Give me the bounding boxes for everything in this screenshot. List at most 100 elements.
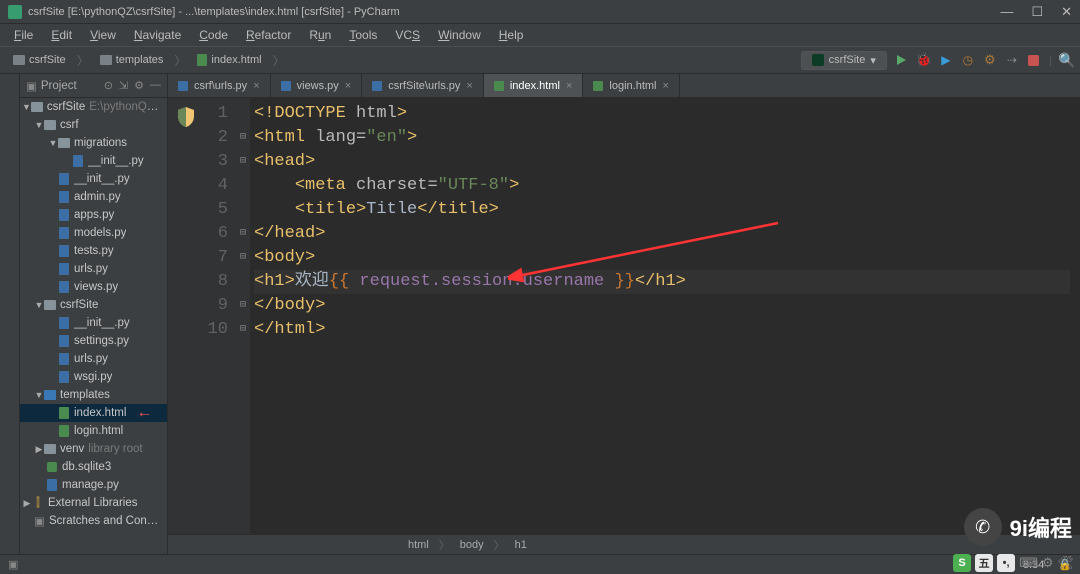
crumb-folder[interactable]: templates xyxy=(93,51,171,69)
crumb-separator-icon: 〉 xyxy=(77,52,89,69)
tree-file-indexhtml[interactable]: index.html← xyxy=(20,404,167,422)
menu-refactor[interactable]: Refactor xyxy=(238,26,299,44)
crumb-root[interactable]: csrfSite xyxy=(6,51,73,69)
tree-file-views[interactable]: views.py xyxy=(20,278,167,296)
select-opened-file-icon[interactable]: ⊙ xyxy=(104,79,113,92)
tab-index-html[interactable]: index.html× xyxy=(484,74,584,97)
menu-help[interactable]: Help xyxy=(491,26,532,44)
tree-file-apps[interactable]: apps.py xyxy=(20,206,167,224)
code-editor[interactable]: 12345678910 ⊟⊟⊟⊟⊟⊟ <!DOCTYPE html> <html… xyxy=(168,98,1080,534)
menu-bar: File Edit View Navigate Code Refactor Ru… xyxy=(0,24,1080,46)
left-tool-strip[interactable] xyxy=(0,74,20,554)
search-everywhere-button[interactable]: 🔍 xyxy=(1060,53,1074,67)
coverage-button[interactable]: ▶ xyxy=(939,53,953,67)
line-numbers: 12345678910 xyxy=(204,98,236,534)
keyboard-icon: ⌨ xyxy=(1019,555,1038,571)
close-tab-icon[interactable]: × xyxy=(466,80,472,92)
project-view-icon[interactable]: ▣ xyxy=(26,79,37,93)
menu-run[interactable]: Run xyxy=(301,26,339,44)
crumb-h1[interactable]: h1 xyxy=(515,539,527,551)
crumb-html[interactable]: html xyxy=(408,539,429,551)
collapse-all-icon[interactable]: ⇲ xyxy=(119,79,128,92)
app-icon xyxy=(8,5,22,19)
title-bar: csrfSite [E:\pythonQZ\csrfSite] - ...\te… xyxy=(0,0,1080,24)
tab-csrf-urls[interactable]: csrf\urls.py× xyxy=(168,74,271,97)
shield-icon xyxy=(176,106,196,128)
panel-title: Project xyxy=(41,80,100,92)
ime-punc-icon: •, xyxy=(997,554,1015,572)
tree-file-admin[interactable]: admin.py xyxy=(20,188,167,206)
tree-root[interactable]: ▼csrfSiteE:\pythonQZ\csrfSi xyxy=(20,98,167,116)
tree-file-db[interactable]: db.sqlite3 xyxy=(20,458,167,476)
tree-file-models[interactable]: models.py xyxy=(20,224,167,242)
tree-file-urls[interactable]: urls.py xyxy=(20,260,167,278)
debug-button[interactable]: 🐞 xyxy=(917,53,931,67)
editor-area: csrf\urls.py× views.py× csrfSite\urls.py… xyxy=(168,74,1080,554)
close-tab-icon[interactable]: × xyxy=(345,80,351,92)
menu-edit[interactable]: Edit xyxy=(43,26,80,44)
tree-file-tests[interactable]: tests.py xyxy=(20,242,167,260)
wechat-icon: ✆ xyxy=(964,508,1002,546)
menu-window[interactable]: Window xyxy=(430,26,489,44)
window-title: csrfSite [E:\pythonQZ\csrfSite] - ...\te… xyxy=(28,6,400,18)
tree-scratches[interactable]: ▣Scratches and Consoles xyxy=(20,512,167,530)
tree-folder-migrations[interactable]: ▼migrations xyxy=(20,134,167,152)
tree-file-manage[interactable]: manage.py xyxy=(20,476,167,494)
tab-login-html[interactable]: login.html× xyxy=(583,74,680,97)
minimize-button[interactable]: — xyxy=(1000,4,1013,20)
tree-file-init[interactable]: __init__.py xyxy=(20,170,167,188)
tree-file-loginhtml[interactable]: login.html xyxy=(20,422,167,440)
run-config-selector[interactable]: csrfSite▾ xyxy=(801,51,887,70)
tree-folder-templates[interactable]: ▼templates xyxy=(20,386,167,404)
project-panel: ▣ Project ⊙ ⇲ ⚙ — ▼csrfSiteE:\pythonQZ\c… xyxy=(20,74,168,554)
menu-navigate[interactable]: Navigate xyxy=(126,26,189,44)
menu-code[interactable]: Code xyxy=(191,26,236,44)
close-tab-icon[interactable]: × xyxy=(566,80,572,92)
crumb-file[interactable]: index.html xyxy=(190,51,268,69)
python-file-icon xyxy=(372,81,382,91)
status-tool-icon[interactable]: ▣ xyxy=(8,558,18,571)
editor-tabs: csrf\urls.py× views.py× csrfSite\urls.py… xyxy=(168,74,1080,98)
tree-folder-csrfsite[interactable]: ▼csrfSite xyxy=(20,296,167,314)
menu-vcs[interactable]: VCS xyxy=(387,26,428,44)
editor-breadcrumb: html〉 body〉 h1 xyxy=(168,534,1080,554)
attach-button[interactable]: ⇢ xyxy=(1005,53,1019,67)
menu-file[interactable]: File xyxy=(6,26,41,44)
html-file-icon xyxy=(494,81,504,91)
tree-file-init[interactable]: __init__.py xyxy=(20,314,167,332)
crumb-body[interactable]: body xyxy=(460,539,484,551)
close-tab-icon[interactable]: × xyxy=(662,80,668,92)
watermark-badge: ✆ 9i编程 xyxy=(964,508,1072,546)
tree-folder-csrf[interactable]: ▼csrf xyxy=(20,116,167,134)
crumb-separator-icon: 〉 xyxy=(273,52,285,69)
tab-views[interactable]: views.py× xyxy=(271,74,363,97)
tree-folder-venv[interactable]: ▶venvlibrary root xyxy=(20,440,167,458)
concurrency-button[interactable]: ⚙ xyxy=(983,53,997,67)
menu-view[interactable]: View xyxy=(82,26,124,44)
ime-icon: S xyxy=(953,554,971,572)
tool-icon: 🛠 xyxy=(1057,555,1074,571)
python-file-icon xyxy=(178,81,188,91)
tree-file-settings[interactable]: settings.py xyxy=(20,332,167,350)
html-file-icon xyxy=(593,81,603,91)
tree-external-libs[interactable]: ▶⫿External Libraries xyxy=(20,494,167,512)
profile-button[interactable]: ◷ xyxy=(961,53,975,67)
panel-settings-icon[interactable]: ⚙ xyxy=(134,79,144,92)
close-button[interactable]: ✕ xyxy=(1061,4,1072,20)
menu-tools[interactable]: Tools xyxy=(341,26,385,44)
settings-icon: ⚙ xyxy=(1042,555,1054,571)
maximize-button[interactable]: ☐ xyxy=(1031,4,1043,20)
project-tree: ▼csrfSiteE:\pythonQZ\csrfSi ▼csrf ▼migra… xyxy=(20,98,167,554)
ime-mode-icon: 五 xyxy=(975,554,993,572)
stop-button[interactable] xyxy=(1027,53,1041,67)
tree-file-wsgi[interactable]: wsgi.py xyxy=(20,368,167,386)
hide-panel-icon[interactable]: — xyxy=(150,79,161,92)
tree-file-init[interactable]: __init__.py xyxy=(20,152,167,170)
fold-gutter: ⊟⊟⊟⊟⊟⊟ xyxy=(236,98,250,534)
ime-indicator: S 五 •, ⌨ ⚙ 🛠 xyxy=(953,554,1074,572)
tree-file-urls[interactable]: urls.py xyxy=(20,350,167,368)
run-button[interactable] xyxy=(895,53,909,67)
close-tab-icon[interactable]: × xyxy=(253,80,259,92)
django-icon xyxy=(812,54,824,66)
tab-csrfsite-urls[interactable]: csrfSite\urls.py× xyxy=(362,74,484,97)
